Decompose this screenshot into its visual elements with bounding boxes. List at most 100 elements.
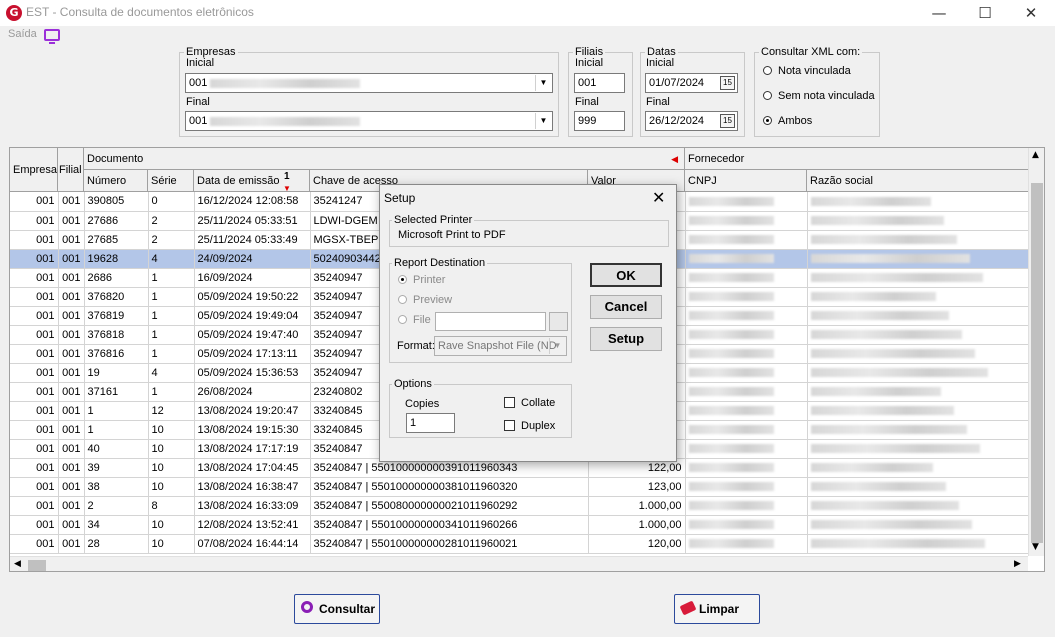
redacted-text (810, 254, 970, 264)
chevron-down-icon[interactable]: ▼ (535, 75, 551, 91)
cell-filial: 001 (58, 420, 85, 440)
scroll-down-icon[interactable]: ▼ (1032, 542, 1039, 552)
cell-filial: 001 (58, 477, 85, 497)
cell-filial: 001 (58, 230, 85, 250)
table-row[interactable]: 001 001 28 10 07/08/2024 16:44:14 35240847 | … (10, 534, 1029, 554)
setup-button[interactable]: Setup (590, 327, 662, 351)
redacted-text (810, 520, 972, 530)
calendar-icon[interactable]: 15 (720, 76, 735, 90)
data-final-input[interactable]: 26/12/2024 15 (645, 111, 738, 131)
chave-value: 35240847 | 550100000000381011960320 (313, 480, 518, 493)
column-header-numero[interactable]: Número (84, 170, 148, 192)
duplex-checkbox[interactable]: Duplex (504, 420, 555, 432)
cell-filial: 001 (58, 306, 85, 326)
scroll-thumb[interactable] (28, 560, 46, 571)
chevron-down-icon[interactable]: ▼ (535, 113, 551, 129)
column-header-serie[interactable]: Série (148, 170, 194, 192)
empresa-inicial-select[interactable]: 001 ▼ (185, 73, 553, 93)
cancel-button[interactable]: Cancel (590, 295, 662, 319)
group-header-documento: Documento ◀ (84, 148, 685, 170)
vertical-scrollbar[interactable]: ▲ ▼ (1028, 148, 1044, 556)
cell-numero: 2686 (84, 268, 149, 288)
collate-checkbox[interactable]: Collate (504, 397, 555, 409)
scroll-right-icon[interactable]: ▶ (1014, 559, 1021, 569)
empresa-final-select[interactable]: 001 ▼ (185, 111, 553, 131)
column-header-filial[interactable]: Filial (58, 148, 84, 192)
data-inicial-input[interactable]: 01/07/2024 15 (645, 73, 738, 93)
cell-empresa: 001 (10, 344, 59, 364)
redacted-text (688, 482, 774, 492)
cell-filial: 001 (58, 439, 85, 459)
cell-filial: 001 (58, 458, 85, 478)
consultar-button[interactable]: Consultar (294, 594, 380, 624)
filial-final-input[interactable]: 999 (574, 111, 625, 131)
radio-nota-vinculada[interactable]: Nota vinculada (763, 65, 851, 77)
column-header-razao-social[interactable]: Razão social (807, 170, 1030, 192)
radio-preview[interactable]: Preview (398, 294, 452, 306)
copies-input[interactable]: 1 (406, 413, 455, 433)
checkbox-icon (504, 420, 515, 431)
column-header-cnpj[interactable]: CNPJ (685, 170, 807, 192)
redacted-text (688, 387, 774, 397)
file-path-input[interactable] (435, 312, 546, 331)
cell-cnpj (685, 211, 808, 231)
cell-filial: 001 (58, 192, 85, 212)
cell-empresa: 001 (10, 249, 59, 269)
chave-value: MGSX-TBEP (313, 233, 379, 246)
monitor-icon[interactable] (44, 29, 60, 44)
table-row[interactable]: 001 001 2 8 13/08/2024 16:33:09 35240847 | 55… (10, 496, 1029, 516)
column-header-empresa[interactable]: Empresa (10, 148, 58, 192)
radio-icon (763, 91, 772, 100)
close-window-button[interactable]: ✕ (1008, 0, 1054, 26)
cell-razao (807, 249, 1029, 269)
calendar-icon[interactable]: 15 (720, 114, 735, 128)
ok-button[interactable]: OK (590, 263, 662, 287)
maximize-button[interactable]: ☐ (962, 0, 1008, 26)
empresa-final-label: Final (186, 96, 210, 108)
radio-printer[interactable]: Printer (398, 274, 445, 286)
radio-ambos[interactable]: Ambos (763, 115, 812, 127)
dialog-close-icon[interactable]: ✕ (652, 188, 665, 207)
chave-value: 35240947 (313, 366, 363, 379)
cell-serie: 0 (148, 192, 195, 212)
table-row[interactable]: 001 001 34 10 12/08/2024 13:52:41 35240847 | … (10, 515, 1029, 535)
chevron-down-icon[interactable]: ▼ (549, 338, 565, 354)
redacted-text (688, 501, 774, 511)
cell-cnpj (685, 401, 808, 421)
cell-cnpj (685, 306, 808, 326)
format-select[interactable]: Rave Snapshot File (ND ▼ (434, 336, 567, 356)
chave-value: 23240802 (313, 385, 363, 398)
redacted-text (810, 330, 962, 340)
cell-data: 16/09/2024 (194, 268, 311, 288)
table-row[interactable]: 001 001 38 10 13/08/2024 16:38:47 35240847 | … (10, 477, 1029, 497)
cell-empresa: 001 (10, 401, 59, 421)
cell-numero: 1 (84, 420, 149, 440)
cell-data: 13/08/2024 16:33:09 (194, 496, 311, 516)
horizontal-scrollbar[interactable]: ◀ ▶ (10, 556, 1028, 571)
data-inicial-value: 01/07/2024 (649, 77, 705, 89)
cell-cnpj (685, 287, 808, 307)
filial-inicial-input[interactable]: 001 (574, 73, 625, 93)
report-destination-legend: Report Destination (394, 257, 486, 269)
cell-serie: 10 (148, 534, 195, 554)
radio-selected-icon (763, 116, 772, 125)
minimize-button[interactable]: — (916, 0, 962, 26)
column-header-data-emissao[interactable]: Data de emissão 1 ▼ (194, 170, 310, 193)
cell-empresa: 001 (10, 515, 59, 535)
scroll-left-icon[interactable]: ◀ (14, 559, 21, 569)
redacted-text (810, 349, 975, 359)
radio-label: Sem nota vinculada (778, 90, 875, 102)
radio-sem-nota-vinculada[interactable]: Sem nota vinculada (763, 90, 875, 102)
limpar-button[interactable]: Limpar (674, 594, 760, 624)
data-inicial-label: Inicial (646, 57, 675, 69)
redacted-text (810, 387, 941, 397)
cell-empresa: 001 (10, 306, 59, 326)
cell-razao (807, 496, 1029, 516)
scroll-thumb[interactable] (1031, 183, 1043, 543)
menu-item-saida[interactable]: Saída (8, 28, 37, 40)
redacted-text (810, 406, 954, 416)
radio-file[interactable]: File (398, 314, 431, 326)
scroll-up-icon[interactable]: ▲ (1032, 150, 1039, 160)
collapse-arrow-icon[interactable]: ◀ (671, 148, 678, 170)
save-file-icon[interactable] (549, 312, 568, 331)
